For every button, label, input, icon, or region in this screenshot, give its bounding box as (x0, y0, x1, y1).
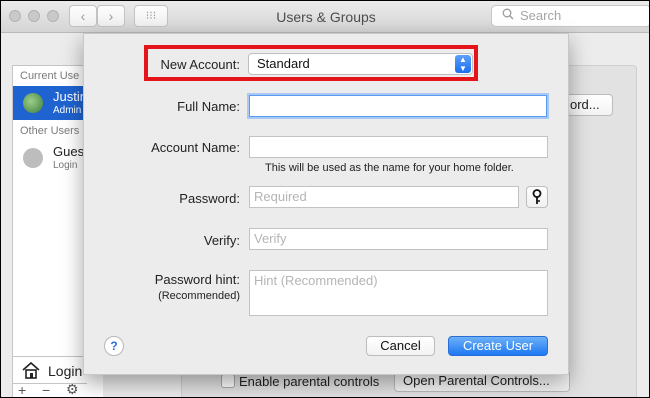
house-icon (21, 361, 41, 382)
add-remove-bar: + − ⚙ (12, 381, 87, 397)
password-label: Password: (179, 191, 240, 206)
parental-controls-label: Enable parental controls (239, 374, 380, 389)
new-account-sheet: New Account: Standard ▲ ▼ Full Name: Acco… (83, 33, 569, 375)
verify-label: Verify: (203, 233, 240, 248)
updown-arrows-icon: ▲ ▼ (455, 55, 471, 73)
password-hint-sublabel: (Recommended) (158, 290, 240, 302)
account-type-popup[interactable]: Standard ▲ ▼ (248, 53, 473, 75)
password-assistant-button[interactable] (526, 186, 548, 208)
title-bar: ‹ › ⁝⁝⁝ Users & Groups Search (1, 1, 649, 33)
other-users-header: Other Users (20, 125, 80, 137)
cancel-button[interactable]: Cancel (366, 336, 435, 356)
current-users-header: Current Use (20, 70, 80, 82)
remove-user-button[interactable]: − (42, 382, 50, 397)
password-field[interactable]: Required (249, 186, 519, 208)
guest-name: Gues (53, 144, 85, 159)
account-name-hint: This will be used as the name for your h… (265, 162, 514, 174)
avatar (23, 93, 43, 113)
full-name-field[interactable] (249, 95, 547, 117)
search-placeholder: Search (520, 8, 562, 23)
parental-controls-checkbox[interactable] (221, 374, 235, 388)
search-field[interactable]: Search (491, 5, 649, 27)
verify-field[interactable]: Verify (249, 228, 548, 250)
current-user-name: Justin (53, 89, 87, 104)
add-user-button[interactable]: + (18, 382, 26, 397)
account-name-label: Account Name: (151, 140, 240, 155)
full-name-label: Full Name: (177, 99, 240, 114)
account-name-field[interactable] (249, 136, 548, 158)
login-options-label: Login (48, 363, 83, 379)
search-icon (502, 6, 514, 26)
new-account-label: New Account: (160, 57, 241, 72)
guest-role: Login (53, 160, 78, 171)
gear-icon[interactable]: ⚙ (66, 381, 79, 397)
key-icon (532, 189, 542, 208)
current-user-role: Admin (53, 105, 82, 116)
password-hint-label: Password hint: (154, 272, 240, 287)
guest-avatar-icon (23, 148, 43, 168)
create-user-button[interactable]: Create User (448, 336, 548, 356)
users-groups-window: ‹ › ⁝⁝⁝ Users & Groups Search Current Us… (0, 0, 650, 398)
password-hint-field[interactable]: Hint (Recommended) (249, 270, 548, 316)
account-type-value: Standard (257, 56, 310, 71)
help-button[interactable]: ? (104, 336, 124, 356)
